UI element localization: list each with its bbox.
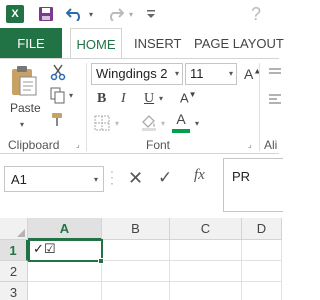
customize-qat-icon[interactable] (144, 4, 158, 24)
bold-button[interactable]: B (97, 89, 106, 109)
formula-bar: A1 ▾ · · · ✕ ✓ fx PR (0, 154, 283, 216)
fill-handle[interactable] (98, 258, 104, 264)
copy-icon[interactable] (50, 87, 66, 105)
borders-dropdown-icon[interactable]: ▾ (115, 119, 119, 128)
save-icon[interactable] (38, 4, 54, 24)
underline-dropdown-icon[interactable]: ▾ (159, 94, 163, 103)
tab-file[interactable]: FILE (0, 28, 62, 58)
redo-icon[interactable] (106, 4, 124, 24)
cancel-icon[interactable]: ✕ (128, 168, 143, 189)
underline-button[interactable]: U (144, 89, 154, 109)
insert-function-icon[interactable]: fx (194, 167, 205, 184)
ribbon-home: Paste ▾ ▾ Clipboard ⌟ Wingdings 2 ▾ 11 ▾… (0, 59, 282, 154)
formula-input[interactable]: PR (223, 158, 283, 212)
decrease-font-size-icon[interactable]: A▼ (180, 90, 197, 105)
copy-dropdown-icon[interactable]: ▾ (69, 91, 73, 100)
cell-a1-selected[interactable]: ✓☑ (28, 239, 103, 262)
cell-d1[interactable] (242, 240, 282, 261)
cell-c1[interactable] (170, 240, 242, 261)
row-header-3[interactable]: 3 (0, 282, 28, 300)
excel-logo-icon: X (6, 5, 24, 23)
fill-color-icon[interactable] (140, 113, 158, 131)
cell-d3[interactable] (242, 282, 282, 300)
font-color-dropdown-icon[interactable]: ▾ (195, 119, 199, 128)
redo-dropdown-icon[interactable]: ▾ (126, 4, 136, 24)
row-header-2[interactable]: 2 (0, 261, 28, 282)
cell-a2[interactable] (28, 261, 102, 282)
tab-insert[interactable]: INSERT (134, 28, 181, 58)
ribbon-tabs: FILE HOME INSERT PAGE LAYOUT (0, 28, 284, 59)
name-box-value: A1 (11, 172, 27, 187)
cell-b2[interactable] (102, 261, 170, 282)
chevron-down-icon: ▾ (228, 69, 233, 78)
column-header-c[interactable]: C (170, 218, 242, 240)
fill-color-dropdown-icon[interactable]: ▾ (161, 119, 165, 128)
cell-c2[interactable] (170, 261, 242, 282)
font-size-value: 11 (190, 66, 204, 81)
font-group-label: Font (146, 138, 171, 152)
font-size-select[interactable]: 11 ▾ (185, 63, 237, 85)
cell-c3[interactable] (170, 282, 242, 300)
undo-dropdown-icon[interactable]: ▾ (86, 4, 96, 24)
format-painter-icon[interactable] (50, 111, 66, 129)
select-all-button[interactable] (0, 218, 28, 240)
cut-icon[interactable] (50, 63, 66, 81)
select-all-icon (17, 229, 25, 237)
cell-d2[interactable] (242, 261, 282, 282)
chevron-down-icon: ▾ (93, 175, 98, 184)
group-separator (259, 63, 260, 151)
name-box[interactable]: A1 ▾ (4, 166, 104, 192)
column-header-a[interactable]: A (28, 218, 102, 240)
paste-icon[interactable] (10, 65, 38, 97)
chevron-down-icon: ▾ (174, 69, 179, 78)
align-top-icon[interactable] (268, 67, 282, 81)
paste-dropdown-icon[interactable]: ▾ (20, 120, 24, 129)
font-name-value: Wingdings 2 (96, 66, 168, 81)
enter-icon[interactable]: ✓ (158, 168, 172, 188)
quick-access-toolbar: X ▾ ▾ ? (0, 0, 279, 28)
font-name-select[interactable]: Wingdings 2 ▾ (91, 63, 183, 85)
clipboard-launcher-icon[interactable]: ⌟ (76, 141, 84, 149)
tab-home[interactable]: HOME (70, 28, 122, 59)
cell-a3[interactable] (28, 282, 102, 300)
column-header-d[interactable]: D (242, 218, 282, 240)
italic-button[interactable]: I (121, 89, 126, 109)
clipboard-group-label: Clipboard (8, 138, 60, 152)
tab-page-layout[interactable]: PAGE LAYOUT (194, 28, 284, 58)
undo-icon[interactable] (66, 4, 84, 24)
cell-b3[interactable] (102, 282, 170, 300)
worksheet-grid: A B C D 1 2 3 ✓☑ (0, 218, 282, 300)
column-header-b[interactable]: B (102, 218, 170, 240)
paste-button-label[interactable]: Paste (10, 101, 41, 115)
cell-b1[interactable] (102, 240, 170, 261)
font-color-swatch (172, 129, 190, 133)
help-icon[interactable]: ? (236, 4, 276, 24)
group-separator (86, 63, 87, 151)
alignment-group-label: Ali (264, 138, 278, 152)
borders-icon[interactable] (94, 115, 110, 131)
row-header-1[interactable]: 1 (0, 240, 28, 261)
align-left-icon[interactable] (268, 93, 282, 107)
font-launcher-icon[interactable]: ⌟ (248, 141, 256, 149)
formula-bar-grip-icon[interactable]: · · · (110, 165, 114, 189)
